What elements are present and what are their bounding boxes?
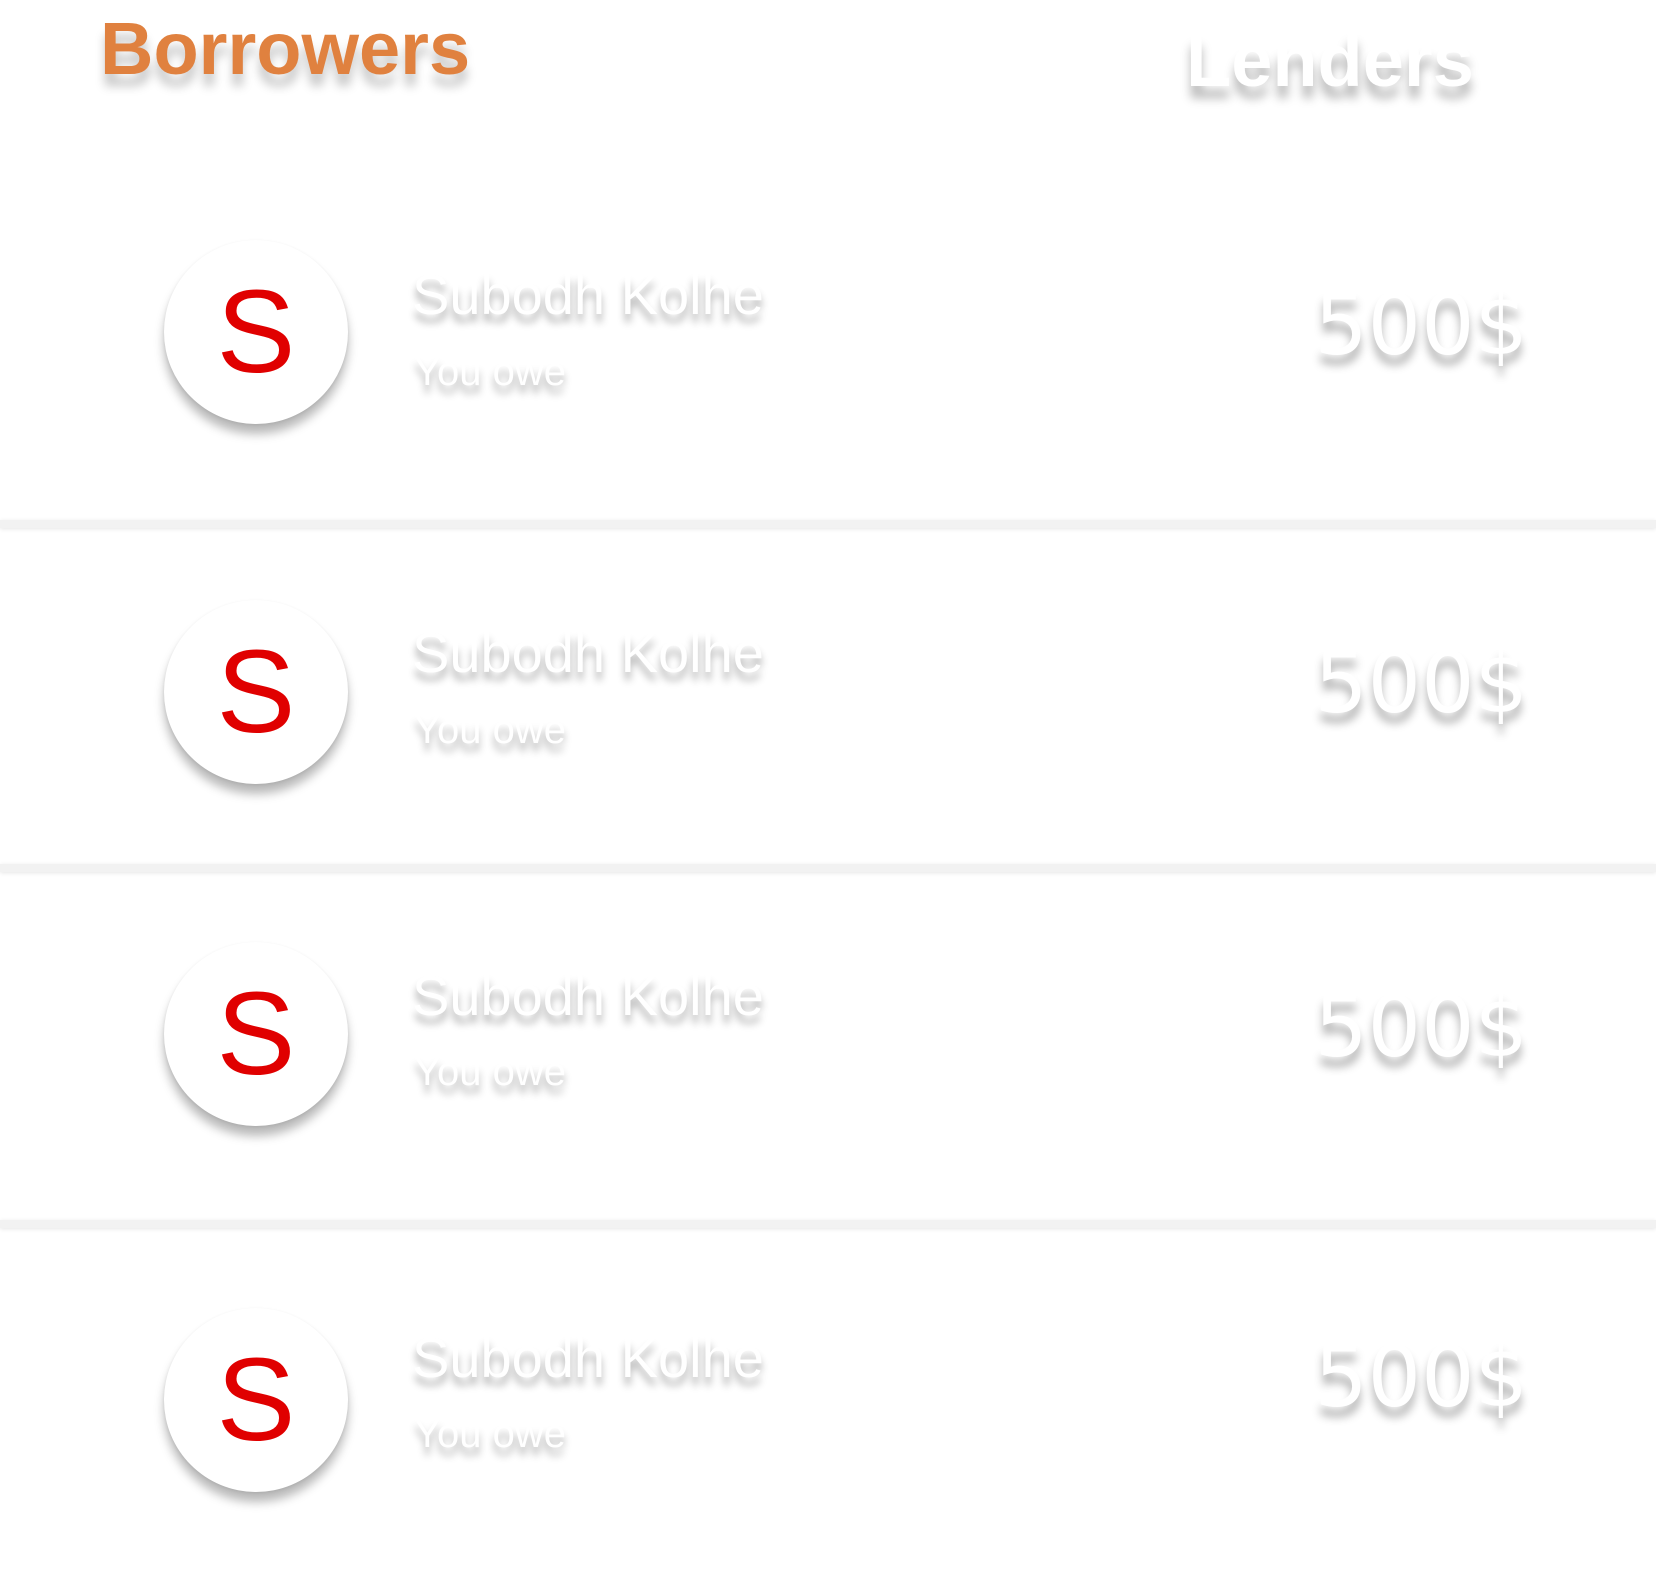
list-item[interactable]: S Subodh Kolhe You owe 500$ — [0, 872, 1656, 1227]
divider — [0, 520, 1656, 528]
tab-borrowers[interactable]: Borrowers — [100, 4, 470, 94]
owe-label: You owe — [414, 350, 566, 394]
tab-lenders[interactable]: Lenders — [1186, 16, 1474, 106]
list-item[interactable]: S Subodh Kolhe You owe 500$ — [0, 170, 1656, 525]
amount: 500$ — [1314, 276, 1528, 374]
owe-label: You owe — [414, 1050, 566, 1094]
avatar-letter: S — [216, 1334, 296, 1466]
avatar-letter: S — [216, 266, 296, 398]
avatar: S — [164, 240, 348, 424]
tab-bar: Borrowers Lenders — [0, 0, 1656, 110]
owe-label: You owe — [414, 708, 566, 752]
divider — [0, 1220, 1656, 1228]
amount: 500$ — [1314, 1328, 1528, 1426]
person-name: Subodh Kolhe — [412, 964, 764, 1027]
person-name: Subodh Kolhe — [412, 263, 764, 326]
list-item[interactable]: S Subodh Kolhe You owe 500$ — [0, 528, 1656, 883]
list-item[interactable]: S Subodh Kolhe You owe 500$ — [0, 1228, 1656, 1583]
divider — [0, 864, 1656, 872]
avatar: S — [164, 942, 348, 1126]
person-name: Subodh Kolhe — [412, 621, 764, 684]
amount: 500$ — [1314, 978, 1528, 1076]
owe-label: You owe — [414, 1412, 566, 1456]
avatar-letter: S — [216, 626, 296, 758]
amount: 500$ — [1314, 634, 1528, 732]
avatar: S — [164, 1308, 348, 1492]
person-name: Subodh Kolhe — [412, 1326, 764, 1389]
avatar-letter: S — [216, 968, 296, 1100]
avatar: S — [164, 600, 348, 784]
